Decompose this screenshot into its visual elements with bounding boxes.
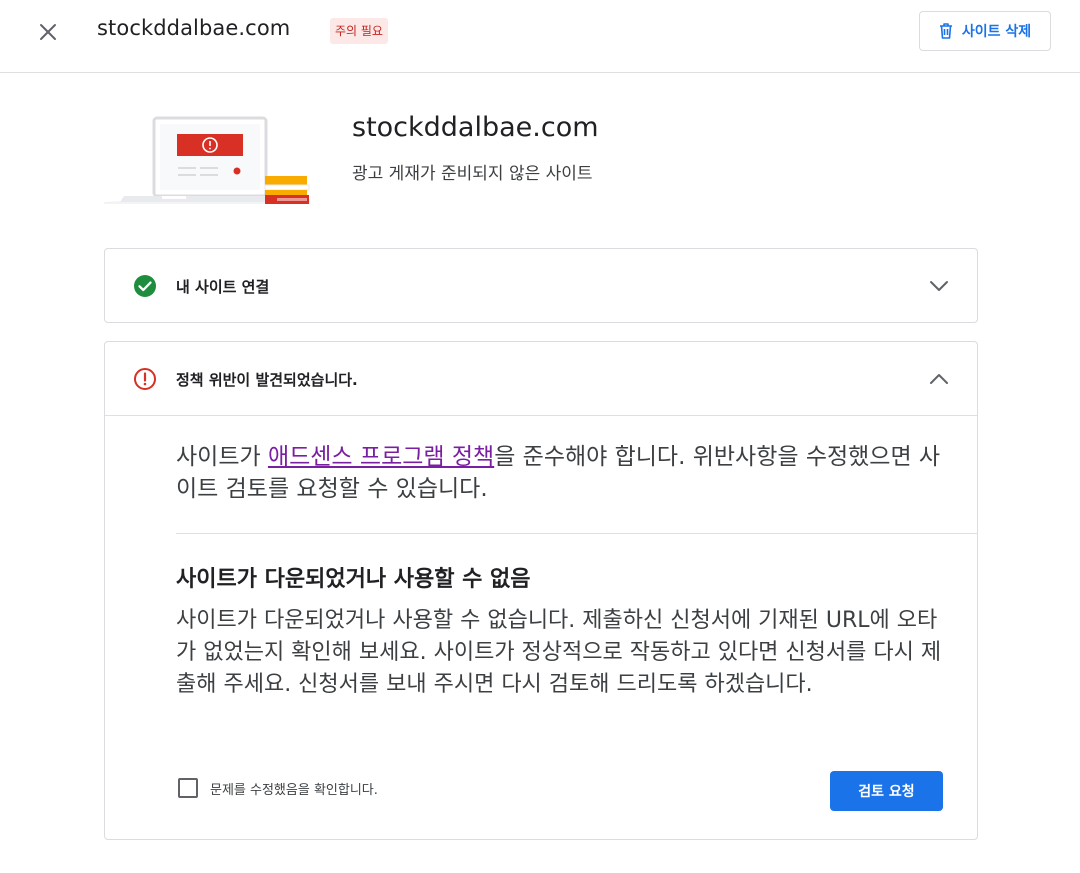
close-icon[interactable] (39, 23, 57, 41)
error-circle-icon (134, 368, 156, 390)
connect-site-header[interactable]: 내 사이트 연결 (105, 249, 977, 323)
connect-site-card: 내 사이트 연결 (104, 248, 978, 323)
section-divider (176, 533, 978, 534)
top-bar: stockddalbae.com 주의 필요 사이트 삭제 (0, 0, 1080, 73)
chevron-up-icon[interactable] (927, 367, 951, 391)
adsense-policy-link[interactable]: 애드센스 프로그램 정책 (268, 444, 494, 470)
issue-description: 사이트가 다운되었거나 사용할 수 없습니다. 제출하신 신청서에 기재된 UR… (176, 608, 942, 697)
policy-intro-text: 사이트가 애드센스 프로그램 정책을 준수해야 합니다. 위반사항을 수정했으면… (176, 441, 948, 505)
connect-site-title: 내 사이트 연결 (176, 278, 270, 296)
confirm-fixed-row[interactable]: 문제를 수정했음을 확인합니다. (178, 778, 378, 798)
site-title: stockddalbae.com (352, 112, 599, 143)
chevron-down-icon[interactable] (927, 274, 951, 298)
laptop-warning-illustration (104, 116, 310, 204)
site-status-text: 광고 게재가 준비되지 않은 사이트 (352, 164, 593, 184)
status-badge: 주의 필요 (330, 18, 388, 44)
confirm-fixed-label[interactable]: 문제를 수정했음을 확인합니다. (210, 779, 378, 798)
policy-violation-card: 정책 위반이 발견되었습니다. 사이트가 애드센스 프로그램 정책을 준수해야 … (104, 341, 978, 840)
close-button[interactable] (33, 17, 63, 47)
delete-site-label: 사이트 삭제 (961, 24, 1032, 40)
site-name-title: stockddalbae.com (97, 16, 291, 40)
policy-intro-before: 사이트가 (176, 444, 268, 470)
confirm-fixed-checkbox[interactable] (178, 778, 198, 798)
delete-site-button[interactable]: 사이트 삭제 (919, 11, 1051, 51)
issue-title: 사이트가 다운되었거나 사용할 수 없음 (176, 567, 531, 592)
policy-violation-header[interactable]: 정책 위반이 발견되었습니다. (105, 342, 977, 416)
trash-icon (939, 23, 952, 39)
policy-violation-title: 정책 위반이 발견되었습니다. (176, 371, 358, 389)
request-review-button[interactable]: 검토 요청 (830, 771, 943, 811)
check-circle-icon (134, 275, 156, 297)
